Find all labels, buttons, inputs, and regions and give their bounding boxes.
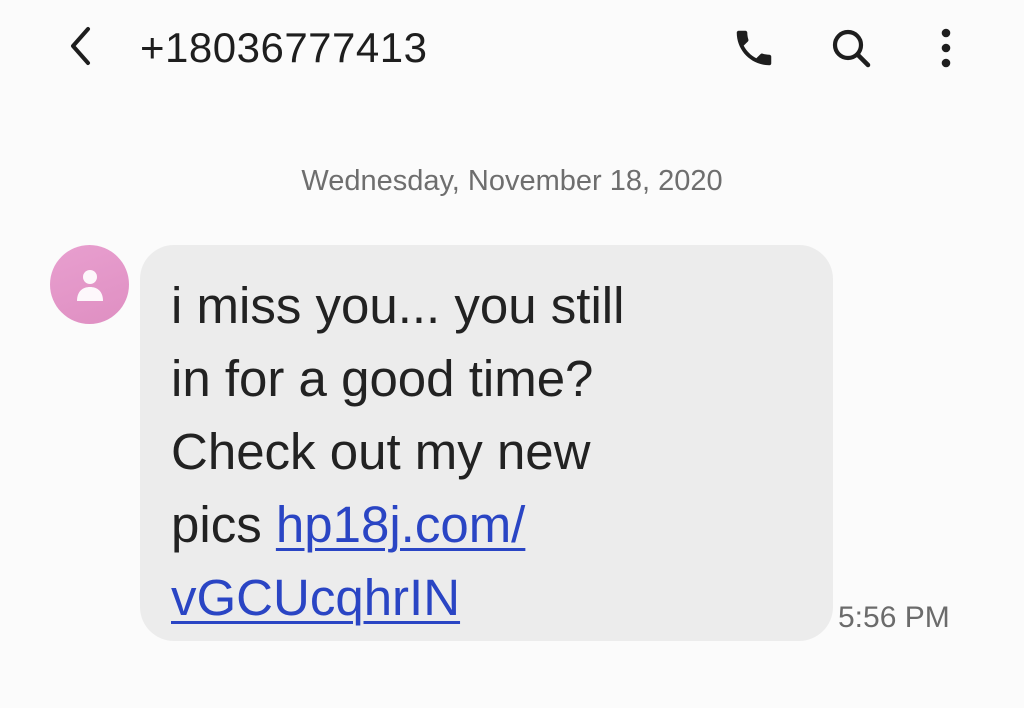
app-bar: +18036777413 <box>0 0 1024 96</box>
message-text-line: vGCUcqhrIN <box>171 561 801 634</box>
more-vertical-icon <box>941 28 951 68</box>
message-bubble[interactable]: i miss you... you still in for a good ti… <box>140 245 833 641</box>
message-text-line: Check out my new <box>171 423 591 480</box>
more-options-button[interactable] <box>922 20 970 76</box>
phone-icon <box>736 30 772 66</box>
date-separator: Wednesday, November 18, 2020 <box>301 165 723 197</box>
chevron-left-icon <box>71 27 90 65</box>
contact-title: +18036777413 <box>140 24 428 71</box>
search-button[interactable] <box>823 20 879 76</box>
message-text-line: pics hp18j.com/ <box>171 488 801 561</box>
call-button[interactable] <box>726 20 782 76</box>
avatar[interactable] <box>50 245 129 324</box>
search-icon <box>832 29 871 68</box>
person-icon <box>76 269 103 301</box>
message-link[interactable]: hp18j.com/ <box>276 496 525 553</box>
back-button[interactable] <box>56 18 104 74</box>
message-text: pics <box>171 496 276 553</box>
message-timestamp: 5:56 PM <box>838 601 950 634</box>
message-text-line: i miss you... you still <box>171 277 625 334</box>
message-text-line: in for a good time? <box>171 350 594 407</box>
message-link[interactable]: vGCUcqhrIN <box>171 569 460 626</box>
